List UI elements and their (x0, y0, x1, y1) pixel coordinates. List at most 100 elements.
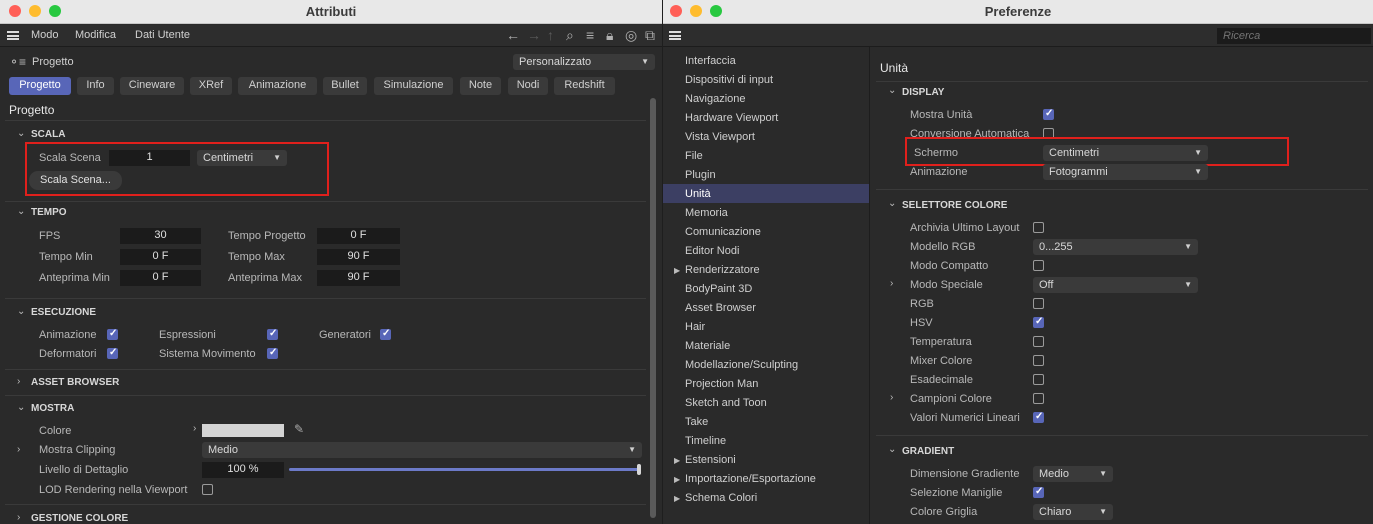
sidebar-item-plugin[interactable]: Plugin (685, 169, 716, 181)
expand-arrow-icon[interactable]: ▶ (674, 266, 680, 275)
deformatori-checkbox[interactable] (107, 347, 118, 359)
tab-note[interactable]: Note (460, 77, 501, 95)
tab-progetto[interactable]: Progetto (9, 77, 71, 95)
chevron-right-icon[interactable]: › (890, 278, 893, 289)
selezione-maniglie-checkbox[interactable] (1033, 486, 1044, 498)
section-display-header[interactable]: DISPLAY (902, 87, 944, 98)
sidebar-item-sketch-toon[interactable]: Sketch and Toon (685, 397, 767, 409)
back-arrow-icon[interactable]: ← (506, 27, 520, 43)
tab-cineware[interactable]: Cineware (120, 77, 184, 95)
sidebar-item-vista-viewport[interactable]: Vista Viewport (685, 131, 755, 143)
sidebar-item-projection-man[interactable]: Projection Man (685, 378, 758, 390)
expand-arrow-icon[interactable]: ▶ (674, 475, 680, 484)
chevron-down-icon[interactable]: ⌄ (888, 85, 896, 96)
tab-redshift[interactable]: Redshift (554, 77, 615, 95)
lod-rendering-checkbox[interactable] (202, 484, 213, 495)
section-scala-header[interactable]: SCALA (31, 129, 65, 140)
chevron-down-icon[interactable]: ⌄ (17, 402, 25, 413)
chevron-right-icon[interactable]: › (17, 376, 20, 387)
layout-dropdown[interactable]: Personalizzato ▼ (513, 54, 655, 70)
menu-modifica[interactable]: Modifica (75, 29, 116, 41)
sidebar-item-asset-browser[interactable]: Asset Browser (685, 302, 756, 314)
sidebar-item-renderizzatore[interactable]: Renderizzatore (685, 264, 760, 276)
chevron-down-icon[interactable]: ⌄ (888, 444, 896, 455)
generatori-checkbox[interactable] (380, 328, 391, 340)
tempo-progetto-input[interactable]: 0 F (317, 228, 400, 244)
expand-arrow-icon[interactable]: ▶ (674, 494, 680, 503)
sistema-movimento-checkbox[interactable] (267, 347, 278, 359)
sidebar-item-materiale[interactable]: Materiale (685, 340, 730, 352)
eyedropper-icon[interactable]: ✎ (294, 422, 304, 436)
sidebar-item-memoria[interactable]: Memoria (685, 207, 728, 219)
dimensione-gradiente-dropdown[interactable]: Medio ▼ (1033, 466, 1113, 482)
livello-dettaglio-slider[interactable] (289, 468, 641, 471)
archivia-layout-checkbox[interactable] (1033, 222, 1044, 233)
sidebar-item-dispositivi-input[interactable]: Dispositivi di input (685, 74, 773, 86)
expand-arrow-icon[interactable]: ▶ (674, 456, 680, 465)
section-selettore-colore-header[interactable]: SELETTORE COLORE (902, 200, 1007, 211)
scrollbar[interactable] (650, 98, 656, 518)
up-arrow-icon[interactable]: ↑ (547, 27, 554, 43)
animazione-dropdown[interactable]: Fotogrammi ▼ (1043, 164, 1208, 180)
anteprima-min-input[interactable]: 0 F (120, 270, 201, 286)
chevron-right-icon[interactable]: › (890, 392, 893, 403)
tab-info[interactable]: Info (77, 77, 114, 95)
mostra-clipping-dropdown[interactable]: Medio ▼ (202, 442, 642, 458)
sidebar-item-importazione[interactable]: Importazione/Esportazione (685, 473, 816, 485)
sidebar-item-timeline[interactable]: Timeline (685, 435, 726, 447)
chevron-right-icon[interactable]: › (17, 444, 20, 455)
animazione-checkbox[interactable] (107, 328, 118, 340)
slider-handle[interactable] (637, 464, 641, 475)
sidebar-item-hair[interactable]: Hair (685, 321, 705, 333)
sidebar-item-estensioni[interactable]: Estensioni (685, 454, 736, 466)
esadecimale-checkbox[interactable] (1033, 374, 1044, 385)
sidebar-item-interfaccia[interactable]: Interfaccia (685, 55, 736, 67)
sidebar-item-bodypaint[interactable]: BodyPaint 3D (685, 283, 752, 295)
espressioni-checkbox[interactable] (267, 328, 278, 340)
sidebar-item-comunicazione[interactable]: Comunicazione (685, 226, 761, 238)
new-window-icon[interactable]: ⧉ (645, 27, 655, 44)
filter-icon[interactable]: ≡ (586, 27, 594, 43)
chevron-down-icon[interactable]: ⌄ (17, 128, 25, 139)
chevron-down-icon[interactable]: ⌄ (888, 198, 896, 209)
mixer-colore-checkbox[interactable] (1033, 355, 1044, 366)
section-gestione-colore-header[interactable]: GESTIONE COLORE (31, 513, 128, 524)
chevron-right-icon[interactable]: › (193, 423, 196, 434)
tab-simulazione[interactable]: Simulazione (374, 77, 453, 95)
sidebar-item-schema-colori[interactable]: Schema Colori (685, 492, 757, 504)
section-esecuzione-header[interactable]: ESECUZIONE (31, 307, 96, 318)
tab-nodi[interactable]: Nodi (508, 77, 548, 95)
tab-xref[interactable]: XRef (190, 77, 232, 95)
fps-input[interactable]: 30 (120, 228, 201, 244)
sidebar-item-editor-nodi[interactable]: Editor Nodi (685, 245, 739, 257)
sidebar-item-file[interactable]: File (685, 150, 703, 162)
anteprima-max-input[interactable]: 90 F (317, 270, 400, 286)
livello-dettaglio-input[interactable]: 100 % (202, 462, 284, 478)
tempo-max-input[interactable]: 90 F (317, 249, 400, 265)
lock-icon[interactable]: 🔒︎ (606, 27, 613, 44)
section-mostra-header[interactable]: MOSTRA (31, 403, 74, 414)
tab-bullet[interactable]: Bullet (323, 77, 367, 95)
hamburger-menu-icon[interactable] (7, 31, 19, 40)
mostra-unita-checkbox[interactable] (1043, 108, 1054, 120)
section-tempo-header[interactable]: TEMPO (31, 207, 67, 218)
valori-lineari-checkbox[interactable] (1033, 411, 1044, 423)
modo-speciale-dropdown[interactable]: Off ▼ (1033, 277, 1198, 293)
section-asset-browser-header[interactable]: ASSET BROWSER (31, 377, 119, 388)
colore-griglia-dropdown[interactable]: Chiaro ▼ (1033, 504, 1113, 520)
rgb-checkbox[interactable] (1033, 298, 1044, 309)
chevron-down-icon[interactable]: ⌄ (17, 206, 25, 217)
sidebar-item-modellazione[interactable]: Modellazione/Sculpting (685, 359, 798, 371)
chevron-down-icon[interactable]: ⌄ (17, 306, 25, 317)
hamburger-menu-icon[interactable] (669, 31, 681, 40)
target-icon[interactable]: ◎ (625, 27, 637, 44)
search-input[interactable] (1217, 28, 1371, 44)
search-icon[interactable]: ⌕ (566, 27, 574, 44)
campioni-colore-checkbox[interactable] (1033, 393, 1044, 404)
modo-compatto-checkbox[interactable] (1033, 260, 1044, 271)
sidebar-item-hardware-viewport[interactable]: Hardware Viewport (685, 112, 778, 124)
menu-dati-utente[interactable]: Dati Utente (135, 29, 190, 41)
menu-modo[interactable]: Modo (31, 29, 59, 41)
sidebar-item-unita[interactable]: Unità (685, 188, 711, 200)
modello-rgb-dropdown[interactable]: 0...255 ▼ (1033, 239, 1198, 255)
